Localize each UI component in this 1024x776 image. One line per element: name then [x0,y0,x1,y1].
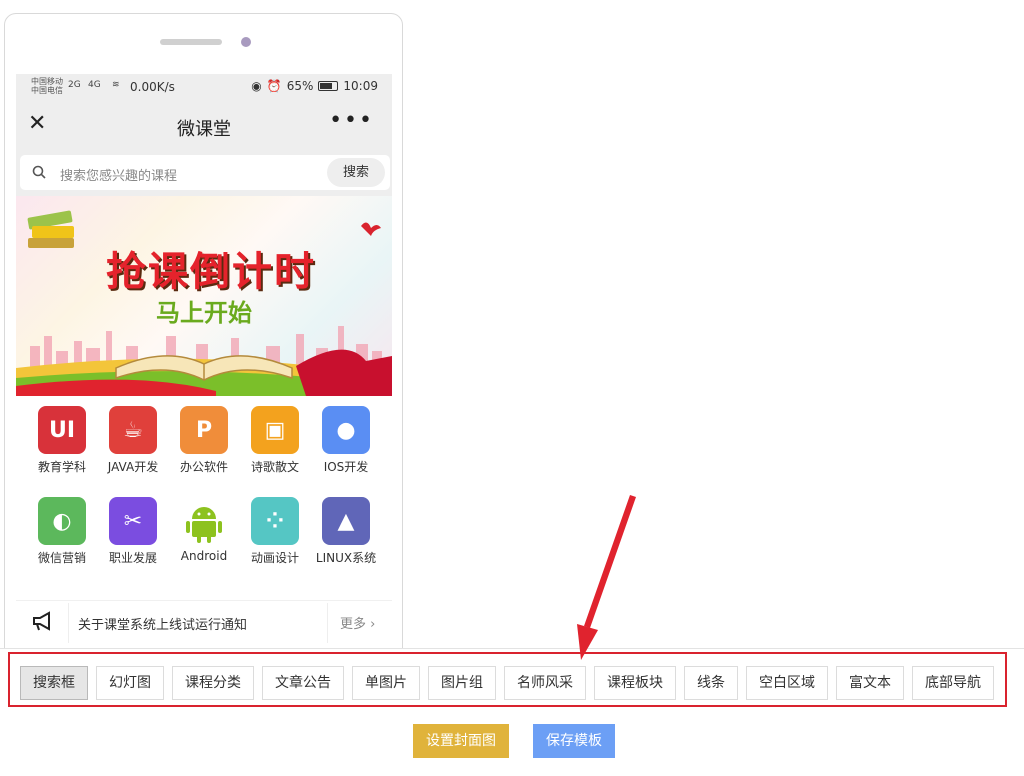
tool-slideshow[interactable]: 幻灯图 [96,666,164,700]
editor-root: 中国移动 中国电信 2G 4G ≋ 0.00K/s ◉ ⏰ 65% 10:09 … [0,0,1024,776]
category-item[interactable]: UI 教育学科 [26,406,98,475]
search-box[interactable]: 搜索您感兴趣的课程 搜索 [20,155,390,190]
phone-speaker [160,39,222,45]
eye-icon: ◉ [251,79,262,93]
category-item[interactable]: ⁘ 动画设计 [239,497,311,566]
apple-icon: ● [322,406,370,454]
category-label: 诗歌散文 [250,460,299,474]
notice-divider [68,603,69,643]
tool-course-category[interactable]: 课程分类 [172,666,254,700]
tool-blank-area[interactable]: 空白区域 [746,666,828,700]
category-label: 教育学科 [37,460,86,474]
alarm-icon: ⏰ [266,79,282,93]
search-section: 搜索您感兴趣的课程 搜索 [16,152,392,196]
category-label: JAVA开发 [107,460,159,474]
java-icon: ☕ [109,406,157,454]
megaphone-icon [33,611,50,631]
phone-screen: 中国移动 中国电信 2G 4G ≋ 0.00K/s ◉ ⏰ 65% 10:09 … [16,74,392,712]
ppt-icon: P [180,406,228,454]
category-label: Android [180,549,228,563]
penguin-icon: ▲ [322,497,370,545]
category-item[interactable]: P 办公软件 [168,406,240,475]
carrier-2: 中国电信 [31,86,63,95]
phone-app-icon: ▣ [251,406,299,454]
tool-search-box[interactable]: 搜索框 [20,666,88,700]
net-speed: 0.00K/s [130,80,175,94]
category-label: 微信营销 [37,551,86,565]
clock-time: 10:09 [343,79,378,93]
android-icon [186,507,222,543]
set-cover-button[interactable]: 设置封面图 [413,724,509,758]
status-right: ◉ ⏰ 65% 10:09 [251,79,378,93]
signal-1: 2G [68,80,81,90]
category-item[interactable]: ▲ LINUX系统 [310,497,382,566]
component-toolbar: 搜索框 幻灯图 课程分类 文章公告 单图片 图片组 名师风采 课程板块 线条 空… [8,652,1007,707]
notice-bar[interactable]: 关于课堂系统上线试运行通知 更多 › [16,600,392,643]
banner-subtitle: 马上开始 [156,299,252,327]
phone-camera [241,37,251,47]
carrier-labels: 中国移动 中国电信 [31,77,63,95]
carrier-1: 中国移动 [31,77,63,86]
tool-single-image[interactable]: 单图片 [352,666,420,700]
battery-icon [318,81,339,91]
category-label: 办公软件 [179,460,228,474]
slideshow-banner[interactable]: 抢课倒计时 马上开始 [16,196,392,396]
more-dots-icon[interactable]: ••• [329,108,374,133]
category-item[interactable]: Android [168,497,240,563]
tool-image-group[interactable]: 图片组 [428,666,496,700]
category-item[interactable]: ▣ 诗歌散文 [239,406,311,475]
battery-percent: 65% [286,79,314,93]
title-bar: ✕ 微课堂 ••• [16,100,392,152]
signal-2: 4G [88,80,101,90]
tool-line[interactable]: 线条 [684,666,738,700]
tool-bottom-nav[interactable]: 底部导航 [912,666,994,700]
category-label: 职业发展 [108,551,157,565]
notice-more-divider [327,603,328,643]
ui-icon: UI [38,406,86,454]
search-icon [32,165,46,179]
tool-article-notice[interactable]: 文章公告 [262,666,344,700]
notice-more-link[interactable]: 更多 › [340,613,375,632]
save-template-button[interactable]: 保存模板 [533,724,615,758]
category-item[interactable]: ◐ 微信营销 [26,497,98,566]
category-label: 动画设计 [250,551,299,565]
notice-text[interactable]: 关于课堂系统上线试运行通知 [78,614,247,633]
category-item[interactable]: ✂ 职业发展 [97,497,169,566]
category-label: IOS开发 [323,460,369,474]
search-input[interactable]: 搜索您感兴趣的课程 [60,165,177,184]
search-button[interactable]: 搜索 [327,158,385,187]
tool-rich-text[interactable]: 富文本 [836,666,904,700]
category-label: LINUX系统 [315,551,377,565]
loading-dots-icon: ⁘ [251,497,299,545]
tool-course-block[interactable]: 课程板块 [594,666,676,700]
tool-teacher-style[interactable]: 名师风采 [504,666,586,700]
tools-icon: ✂ [109,497,157,545]
palette-icon: ◐ [38,497,86,545]
component-panel: 搜索框 幻灯图 课程分类 文章公告 单图片 图片组 名师风采 课程板块 线条 空… [0,648,1024,776]
category-item[interactable]: ☕ JAVA开发 [97,406,169,475]
status-bar: 中国移动 中国电信 2G 4G ≋ 0.00K/s ◉ ⏰ 65% 10:09 [16,74,392,100]
category-item[interactable]: ● IOS开发 [310,406,382,475]
bird-icon [361,222,381,236]
phone-preview: 中国移动 中国电信 2G 4G ≋ 0.00K/s ◉ ⏰ 65% 10:09 … [4,13,403,713]
wifi-icon: ≋ [112,80,120,90]
banner-title: 抢课倒计时 [106,249,316,295]
